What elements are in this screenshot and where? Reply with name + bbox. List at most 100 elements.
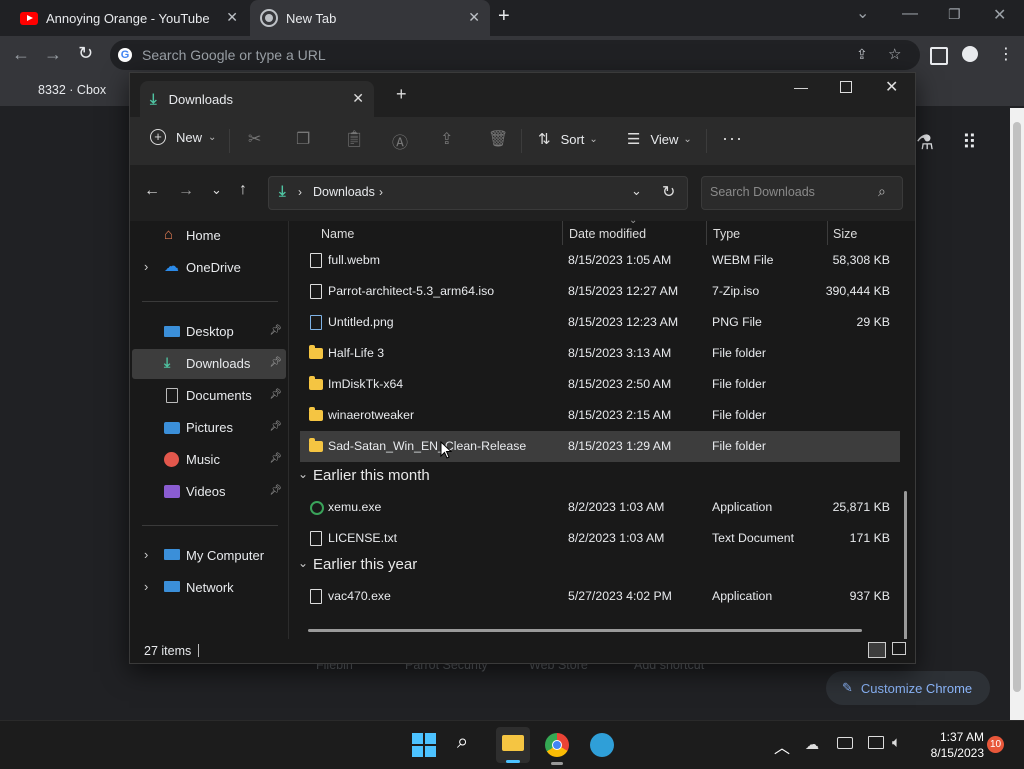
delete-icon[interactable]: 🗑︎ xyxy=(488,129,508,149)
paste-icon[interactable]: 📋︎ xyxy=(344,129,364,149)
column-header-type[interactable]: Type xyxy=(713,227,740,241)
details-view-icon[interactable] xyxy=(868,642,886,658)
nav-item-music[interactable]: Music 📌︎ xyxy=(132,445,286,475)
nav-item-network[interactable]: › Network xyxy=(132,573,286,603)
customize-chrome-button[interactable]: ✎ Customize Chrome xyxy=(826,671,990,705)
more-options-icon[interactable]: ··· xyxy=(722,128,743,149)
list-item[interactable]: Parrot-architect-5.3_arm64.iso 8/15/2023… xyxy=(300,276,900,307)
volume-icon[interactable]: 🔈︎ xyxy=(892,734,901,751)
minimize-icon[interactable]: — xyxy=(902,5,918,23)
nav-item-my-computer[interactable]: › My Computer xyxy=(132,541,286,571)
nav-item-desktop[interactable]: Desktop 📌︎ xyxy=(132,317,286,347)
close-icon[interactable]: ✕ xyxy=(468,9,480,26)
column-header-date[interactable]: Date modified xyxy=(569,227,646,241)
share-icon[interactable]: ⇪ xyxy=(440,129,453,149)
column-divider[interactable] xyxy=(562,221,563,245)
group-header-earlier-month[interactable]: ⌄ Earlier this month xyxy=(292,462,892,492)
copy-icon[interactable]: ❐ xyxy=(296,129,310,149)
new-button[interactable]: + New ⌄ xyxy=(150,129,216,145)
menu-kebab-icon[interactable]: ⋮ xyxy=(998,44,1014,64)
globe-app-icon[interactable] xyxy=(590,733,614,757)
vertical-scrollbar[interactable] xyxy=(904,491,907,641)
column-divider[interactable] xyxy=(706,221,707,245)
display-icon[interactable] xyxy=(837,737,853,749)
nav-item-videos[interactable]: Videos 📌︎ xyxy=(132,477,286,507)
chevron-down-icon: ⌄ xyxy=(298,556,309,570)
forward-arrow-icon[interactable]: → xyxy=(178,182,194,200)
search-input[interactable]: Search Downloads ⌕ xyxy=(701,176,903,210)
tiles-view-icon[interactable] xyxy=(892,642,906,655)
pane-splitter[interactable] xyxy=(288,221,289,639)
restore-icon[interactable]: ❐ xyxy=(948,6,961,23)
up-arrow-icon[interactable]: ↑ xyxy=(239,181,247,199)
horizontal-scrollbar[interactable] xyxy=(308,629,862,632)
chrome-icon[interactable] xyxy=(545,733,569,757)
notification-badge[interactable]: 10 xyxy=(987,736,1004,753)
list-item[interactable]: full.webm 8/15/2023 1:05 AM WEBM File 58… xyxy=(300,245,900,276)
group-header-earlier-year[interactable]: ⌄ Earlier this year xyxy=(292,551,892,581)
network-icon[interactable] xyxy=(868,736,884,749)
onedrive-cloud-icon[interactable]: ☁ xyxy=(805,736,819,753)
file-type: Text Document xyxy=(712,531,795,545)
back-arrow-icon[interactable]: ← xyxy=(12,44,30,65)
omnibox[interactable]: G Search Google or type a URL ⇪ ☆ xyxy=(110,40,920,70)
recent-locations-icon[interactable]: ⌄ xyxy=(211,182,222,198)
list-item[interactable]: vac470.exe 5/27/2023 4:02 PM Application… xyxy=(300,581,900,612)
tab-youtube[interactable]: Annoying Orange - YouTube ✕ xyxy=(8,0,248,36)
windows-start-icon[interactable] xyxy=(412,733,436,757)
bookmark-cbox[interactable]: 8332 · Cbox xyxy=(38,83,106,97)
bookmark-star-icon[interactable]: ☆ xyxy=(888,45,901,63)
clock[interactable]: 1:37 AM 8/15/2023 xyxy=(918,729,984,761)
chevron-up-icon[interactable]: ︿ xyxy=(774,734,790,758)
profile-icon[interactable] xyxy=(962,46,978,62)
list-item[interactable]: ImDiskTk-x64 8/15/2023 2:50 AM File fold… xyxy=(300,369,900,400)
page-scrollbar[interactable] xyxy=(1010,108,1024,720)
back-arrow-icon[interactable]: ← xyxy=(144,182,160,200)
sort-button[interactable]: ⇅ Sort ⌄ xyxy=(538,130,598,148)
column-header-name[interactable]: Name xyxy=(321,227,354,241)
new-tab-button[interactable]: + xyxy=(498,5,510,28)
nav-item-onedrive[interactable]: › ☁ OneDrive xyxy=(132,253,286,283)
side-panel-icon[interactable] xyxy=(930,47,948,65)
close-icon[interactable]: ✕ xyxy=(993,5,1006,25)
close-icon[interactable]: ✕ xyxy=(226,9,238,26)
nav-item-home[interactable]: ⌂ Home xyxy=(132,221,286,251)
labs-flask-icon[interactable]: ⚗ xyxy=(916,130,934,155)
file-explorer-taskbar-button[interactable] xyxy=(496,727,530,763)
network-icon xyxy=(164,581,180,592)
cut-icon[interactable]: ✂ xyxy=(248,129,261,149)
close-icon[interactable]: ✕ xyxy=(352,90,364,107)
list-item[interactable]: Half-Life 3 8/15/2023 3:13 AM File folde… xyxy=(300,338,900,369)
list-item[interactable]: LICENSE.txt 8/2/2023 1:03 AM Text Docume… xyxy=(300,523,900,554)
new-tab-button[interactable]: + xyxy=(396,84,407,105)
search-icon[interactable]: ⌕ xyxy=(457,731,468,754)
tab-new-tab[interactable]: New Tab ✕ xyxy=(250,0,490,36)
column-divider[interactable] xyxy=(827,221,828,245)
maximize-icon[interactable] xyxy=(840,81,852,93)
rename-icon[interactable]: Ⓐ xyxy=(392,129,408,153)
file-list: Name Date modified ⌄ Type Size full.webm… xyxy=(290,215,915,641)
column-header-size[interactable]: Size xyxy=(833,227,857,241)
forward-arrow-icon[interactable]: → xyxy=(44,44,62,65)
nav-item-documents[interactable]: Documents 📌︎ xyxy=(132,381,286,411)
file-type: 7-Zip.iso xyxy=(712,284,760,298)
tab-downloads[interactable]: ⤓ Downloads ✕ xyxy=(140,81,374,117)
refresh-icon[interactable]: ↻ xyxy=(662,182,675,202)
address-bar[interactable]: ⤓ › Downloads › ⌄ ↻ xyxy=(268,176,688,210)
minimize-icon[interactable]: — xyxy=(794,79,808,95)
apps-grid-icon[interactable]: ⠿ xyxy=(962,130,977,155)
close-icon[interactable]: ✕ xyxy=(885,77,898,97)
list-item[interactable]: winaerotweaker 8/15/2023 2:15 AM File fo… xyxy=(300,400,900,431)
reload-icon[interactable]: ↻ xyxy=(78,43,93,64)
view-button[interactable]: ☰ View ⌄ xyxy=(627,130,692,148)
nav-item-pictures[interactable]: Pictures 📌︎ xyxy=(132,413,286,443)
address-dropdown-icon[interactable]: ⌄ xyxy=(631,183,642,199)
tab-search-icon[interactable]: ⌄ xyxy=(856,3,869,23)
share-icon[interactable]: ⇪ xyxy=(856,46,868,63)
breadcrumb-chevron-icon[interactable]: › xyxy=(379,185,383,199)
list-item[interactable]: Untitled.png 8/15/2023 12:23 AM PNG File… xyxy=(300,307,900,338)
list-item-selected[interactable]: Sad-Satan_Win_EN_Clean-Release 8/15/2023… xyxy=(300,431,900,462)
nav-item-downloads[interactable]: ⤓ Downloads 📌︎ xyxy=(132,349,286,379)
list-item[interactable]: xemu.exe 8/2/2023 1:03 AM Application 25… xyxy=(300,492,900,523)
breadcrumb-downloads[interactable]: Downloads xyxy=(313,185,375,199)
